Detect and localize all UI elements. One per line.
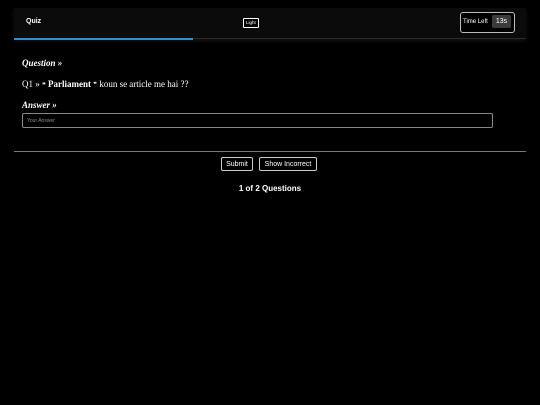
close-quote-icon: ❞ xyxy=(93,81,98,89)
open-quote-icon: ❝ xyxy=(42,81,46,89)
question-counter: 1 of 2 Questions xyxy=(238,184,302,193)
timer-box: Time Left 13s xyxy=(460,12,515,33)
progress-bar xyxy=(14,38,194,40)
timer-value: 13s xyxy=(492,15,511,28)
question-text: Q1 » ❝ Parliament ❞ koun se article me h… xyxy=(22,79,189,89)
question-prefix: Q1 » xyxy=(22,79,40,89)
question-heading: Question » xyxy=(22,58,63,68)
top-bar: Quiz Light Time Left 13s xyxy=(14,8,526,39)
question-keyword: Parliament xyxy=(48,79,92,89)
app-title: Quiz xyxy=(26,18,42,25)
theme-toggle-button[interactable]: Light xyxy=(243,18,259,28)
submit-button[interactable]: Submit xyxy=(221,157,253,171)
timer-label: Time Left xyxy=(463,19,488,25)
answer-input[interactable] xyxy=(22,113,493,128)
divider xyxy=(14,151,526,152)
question-body: koun se article me hai ?? xyxy=(99,79,189,89)
answer-heading: Answer » xyxy=(22,100,57,110)
show-incorrect-button[interactable]: Show Incorrect xyxy=(259,157,317,171)
